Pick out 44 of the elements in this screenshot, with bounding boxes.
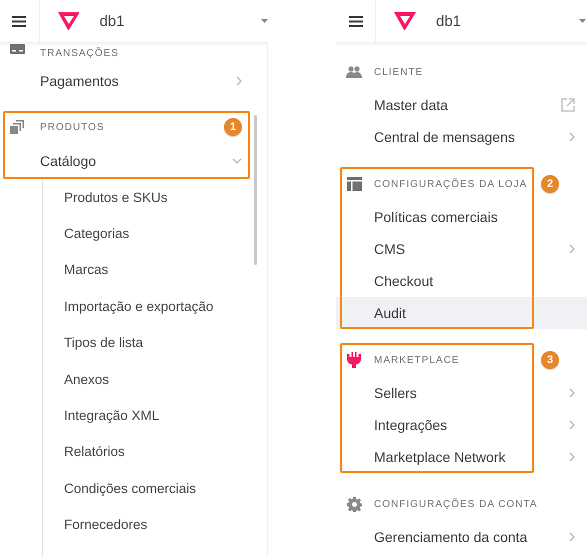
layout-icon bbox=[346, 177, 362, 191]
submenu-item[interactable]: Integração XML bbox=[43, 397, 160, 434]
step-badge: 1 bbox=[224, 118, 242, 136]
menu-item[interactable]: Master data bbox=[336, 89, 587, 121]
menu-item[interactable]: Marketplace Network bbox=[336, 441, 587, 473]
menu-item[interactable]: Políticas comerciais bbox=[336, 201, 587, 233]
gear-icon bbox=[346, 496, 362, 512]
section-heading: PRODUTOS bbox=[40, 122, 104, 132]
section-heading: MARKETPLACE bbox=[374, 354, 460, 366]
submenu-item[interactable]: Relatórios bbox=[43, 434, 125, 470]
submenu-item[interactable]: Categorias bbox=[43, 215, 130, 252]
menu-item[interactable]: Central de mensagens bbox=[336, 121, 587, 153]
submenu-item[interactable]: Fornecedores bbox=[43, 506, 148, 543]
account-dropdown[interactable]: db1 bbox=[436, 6, 586, 36]
submenu-item[interactable]: Condições comerciais bbox=[43, 470, 196, 507]
scrollbar[interactable] bbox=[254, 115, 257, 265]
section-heading: CONFIGURAÇÕES DA LOJA bbox=[374, 178, 528, 190]
plug-icon bbox=[347, 352, 361, 368]
section-heading: CLIENTE bbox=[374, 66, 424, 78]
menu-item[interactable]: Catálogo bbox=[0, 143, 268, 179]
people-icon bbox=[346, 66, 362, 78]
submenu-item[interactable]: Produtos e SKUs bbox=[43, 179, 168, 216]
logo-icon bbox=[58, 12, 80, 30]
account-dropdown[interactable]: db1 bbox=[99, 6, 268, 36]
menu-item[interactable]: Gerenciamento da conta bbox=[336, 521, 587, 553]
step-badge: 3 bbox=[541, 351, 559, 369]
external-link-icon bbox=[561, 98, 575, 112]
section-heading: CONFIGURAÇÕES DA CONTA bbox=[374, 498, 538, 510]
menu-item[interactable]: Checkout bbox=[336, 265, 587, 297]
logo-icon bbox=[394, 12, 416, 30]
stacked-squares-icon bbox=[10, 120, 24, 134]
submenu-item[interactable]: Anexos bbox=[43, 360, 110, 398]
submenu-item[interactable]: Marcas bbox=[43, 252, 108, 288]
step-badge: 2 bbox=[541, 175, 559, 193]
section-heading: TRANSAÇÕES bbox=[40, 48, 119, 58]
caret-icon bbox=[579, 19, 586, 23]
submenu-item[interactable]: Importação e exportação bbox=[43, 288, 214, 325]
menu-item[interactable]: Pagamentos bbox=[0, 63, 268, 99]
menu-item[interactable]: Sellers bbox=[336, 377, 587, 409]
menu-item[interactable]: Audit bbox=[336, 297, 587, 329]
menu-item[interactable]: CMS bbox=[336, 233, 587, 265]
submenu-item[interactable]: Tipos de lista bbox=[43, 324, 144, 361]
menu-item[interactable]: Integrações bbox=[336, 409, 587, 441]
caret-icon bbox=[261, 19, 268, 23]
